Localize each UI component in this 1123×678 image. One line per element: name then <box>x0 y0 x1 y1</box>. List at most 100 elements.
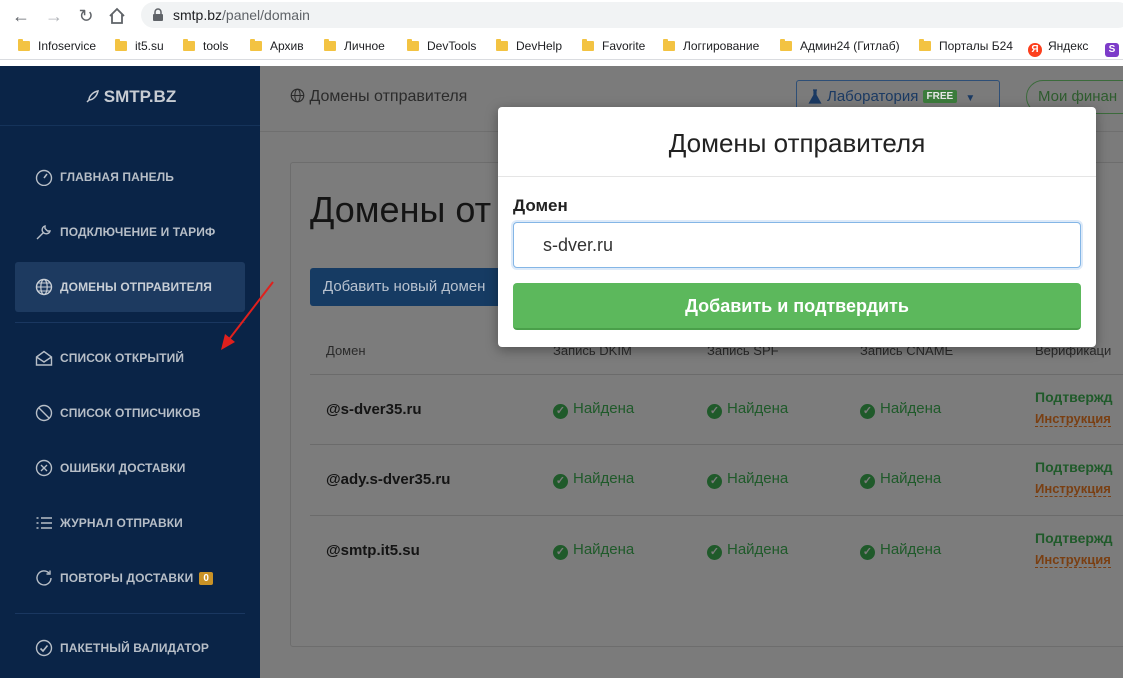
bookmark-infoservice[interactable]: Infoservice <box>18 37 96 55</box>
folder-icon <box>250 39 262 51</box>
sidebar-item-domains[interactable]: ДОМЕНЫ ОТПРАВИТЕЛЯ <box>15 262 245 312</box>
envelope-open-icon <box>35 350 53 366</box>
bookmark-portals[interactable]: Порталы Б24 <box>919 37 1013 55</box>
bookmark-favorite[interactable]: Favorite <box>582 37 645 55</box>
bookmark-it5[interactable]: it5.su <box>115 37 164 55</box>
sidebar-item-dashboard[interactable]: ГЛАВНАЯ ПАНЕЛЬ <box>15 152 245 202</box>
table-row-domain: @ady.s-dver35.ru <box>326 471 451 488</box>
ban-icon <box>35 404 53 422</box>
instruction-link[interactable]: Инструкция <box>1035 411 1111 427</box>
bookmark-yandex[interactable]: Я Яндекс <box>1028 37 1088 57</box>
folder-icon <box>115 39 127 51</box>
folder-icon <box>663 39 675 51</box>
add-and-verify-button[interactable]: Добавить и подтвердить <box>513 283 1081 330</box>
flask-icon <box>808 89 822 104</box>
home-icon[interactable] <box>106 5 128 27</box>
folder-icon <box>183 39 195 51</box>
folder-icon <box>919 39 931 51</box>
folder-icon <box>582 39 594 51</box>
app-icon: S <box>1105 43 1119 57</box>
check-icon: ✓ <box>553 474 568 489</box>
check-icon: ✓ <box>707 545 722 560</box>
folder-icon <box>18 39 30 51</box>
bookmark-archive[interactable]: Архив <box>250 37 304 55</box>
dkim-status: ✓ Найдена <box>553 541 634 560</box>
sidebar-divider <box>15 613 245 614</box>
forward-icon[interactable]: → <box>43 5 65 27</box>
bookmark-extra[interactable]: S <box>1105 37 1119 57</box>
rocket-icon <box>86 90 99 103</box>
check-icon: ✓ <box>860 545 875 560</box>
gauge-icon <box>35 169 53 186</box>
add-domain-modal: Домены отправителя Домен Добавить и подт… <box>498 107 1096 347</box>
sidebar-item-unsubscribes[interactable]: СПИСОК ОТПИСЧИКОВ <box>15 388 245 438</box>
page-title: Домены от <box>310 189 492 230</box>
address-bar[interactable]: smtp.bz/panel/domain <box>141 2 1123 28</box>
domain-field-label: Домен <box>513 196 568 215</box>
bookmark-admin24[interactable]: Админ24 (Гитлаб) <box>780 37 900 55</box>
url-text: smtp.bz/panel/domain <box>173 7 310 23</box>
check-icon: ✓ <box>707 474 722 489</box>
sidebar-item-log[interactable]: ЖУРНАЛ ОТПРАВКИ <box>15 498 245 548</box>
caret-down-icon: ▼ <box>965 93 976 104</box>
check-icon: ✓ <box>860 404 875 419</box>
globe-icon <box>290 88 305 103</box>
column-header-domain: Домен <box>326 343 366 358</box>
instruction-link[interactable]: Инструкция <box>1035 552 1111 568</box>
bookmark-personal[interactable]: Личное <box>324 37 385 55</box>
check-icon: ✓ <box>707 404 722 419</box>
bookmark-devtools[interactable]: DevTools <box>407 37 476 55</box>
verification-status: Подтвержд <box>1035 459 1113 475</box>
dkim-status: ✓ Найдена <box>553 400 634 419</box>
add-domain-button[interactable]: Добавить новый домен <box>310 268 510 306</box>
verification-status: Подтвержд <box>1035 530 1113 546</box>
table-row-domain: @smtp.it5.su <box>326 542 420 559</box>
check-icon: ✓ <box>553 545 568 560</box>
row-divider <box>310 515 1123 516</box>
breadcrumb: Домены отправителя <box>290 88 467 106</box>
sidebar-item-opens[interactable]: СПИСОК ОТКРЫТИЙ <box>15 333 245 383</box>
sidebar-item-retries[interactable]: ПОВТОРЫ ДОСТАВКИ 0 <box>15 553 245 603</box>
sidebar-item-connection[interactable]: ПОДКЛЮЧЕНИЕ И ТАРИФ <box>15 207 245 257</box>
folder-icon <box>496 39 508 51</box>
sidebar: SMTP.BZ ГЛАВНАЯ ПАНЕЛЬ ПОДКЛЮЧЕНИЕ И ТАР… <box>0 66 260 678</box>
logo[interactable]: SMTP.BZ <box>0 66 260 126</box>
modal-title: Домены отправителя <box>498 107 1096 177</box>
row-divider <box>310 374 1123 375</box>
spf-status: ✓ Найдена <box>707 400 788 419</box>
cname-status: ✓ Найдена <box>860 400 941 419</box>
sidebar-item-validator[interactable]: ПАКЕТНЫЙ ВАЛИДАТОР <box>15 623 245 673</box>
free-badge: FREE <box>922 90 958 103</box>
spf-status: ✓ Найдена <box>707 541 788 560</box>
x-circle-icon <box>35 459 53 477</box>
annotation-arrow <box>221 281 274 350</box>
sidebar-divider <box>15 322 245 323</box>
table-row-domain: @s-dver35.ru <box>326 401 422 418</box>
reload-icon[interactable]: ↻ <box>75 5 97 27</box>
dkim-status: ✓ Найдена <box>553 470 634 489</box>
retries-count-badge: 0 <box>199 572 213 585</box>
domain-input[interactable] <box>513 222 1081 268</box>
folder-icon <box>324 39 336 51</box>
spf-status: ✓ Найдена <box>707 470 788 489</box>
bookmark-devhelp[interactable]: DevHelp <box>496 37 562 55</box>
browser-toolbar: ← → ↻ smtp.bz/panel/domain <box>0 0 1123 32</box>
bookmark-logging[interactable]: Логгирование <box>663 37 759 55</box>
sidebar-item-errors[interactable]: ОШИБКИ ДОСТАВКИ <box>15 443 245 493</box>
cname-status: ✓ Найдена <box>860 470 941 489</box>
back-icon[interactable]: ← <box>10 5 32 27</box>
check-circle-icon <box>35 639 53 657</box>
yandex-icon: Я <box>1028 43 1042 57</box>
bookmark-tools[interactable]: tools <box>183 37 228 55</box>
globe-icon <box>35 278 53 296</box>
wrench-icon <box>36 225 51 240</box>
instruction-link[interactable]: Инструкция <box>1035 481 1111 497</box>
lock-icon <box>153 8 163 21</box>
folder-icon <box>780 39 792 51</box>
verification-status: Подтвержд <box>1035 389 1113 405</box>
list-icon <box>36 517 52 529</box>
redo-icon <box>36 570 52 586</box>
check-icon: ✓ <box>553 404 568 419</box>
row-divider <box>310 444 1123 445</box>
cname-status: ✓ Найдена <box>860 541 941 560</box>
